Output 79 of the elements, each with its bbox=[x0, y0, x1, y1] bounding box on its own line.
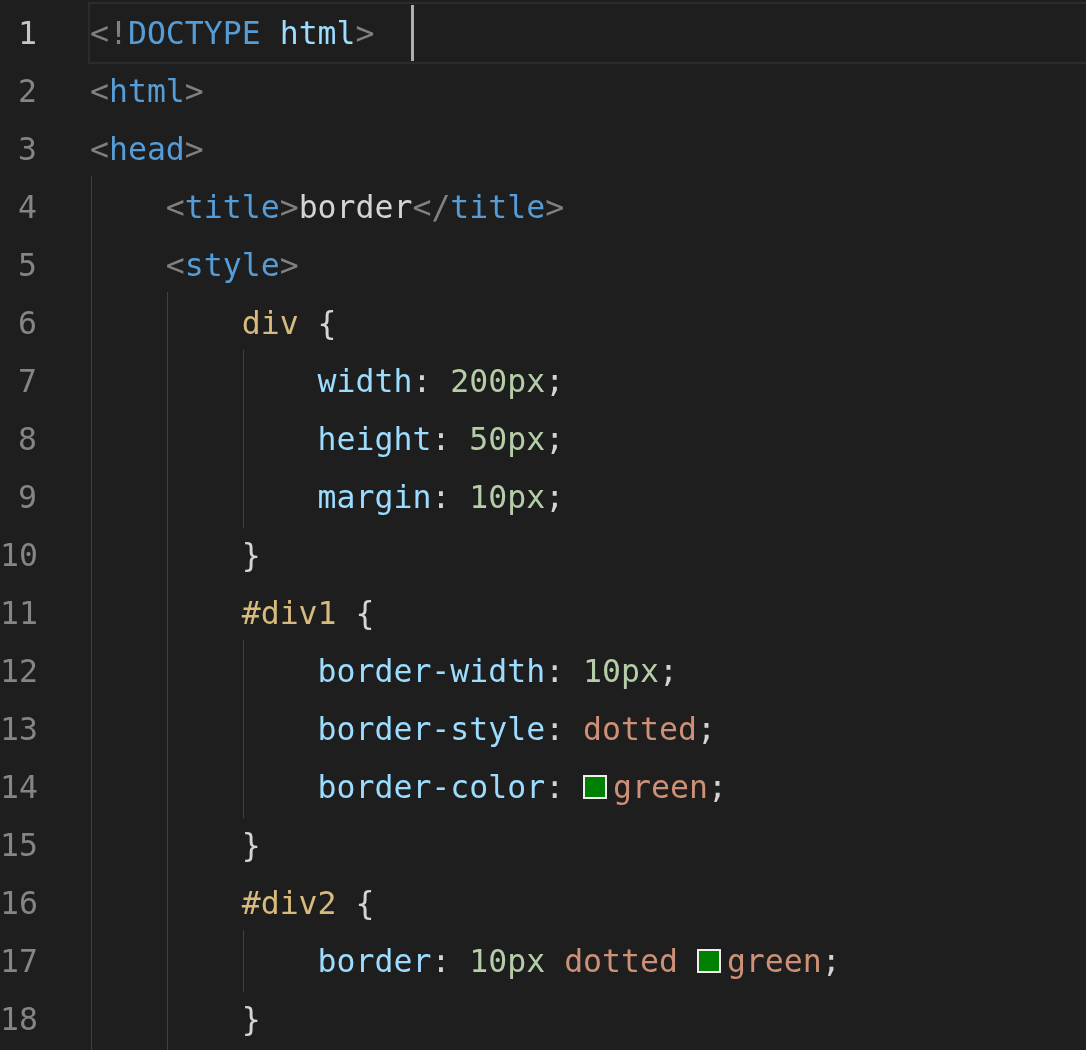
tag-bracket: > bbox=[184, 130, 204, 169]
punctuation: ; bbox=[545, 420, 565, 459]
line-number: 10 bbox=[0, 536, 37, 575]
css-keyword: green bbox=[613, 768, 708, 807]
punctuation: { bbox=[316, 304, 337, 343]
punctuation: ; bbox=[696, 710, 716, 749]
punctuation: : bbox=[431, 420, 452, 459]
tag-bracket: > bbox=[279, 188, 299, 227]
line-number: 14 bbox=[0, 768, 37, 807]
css-property: height bbox=[316, 420, 432, 459]
attribute-name: html bbox=[278, 14, 356, 53]
css-selector: #div1 bbox=[240, 594, 337, 633]
tag-bracket: > bbox=[545, 188, 565, 227]
punctuation: : bbox=[431, 478, 452, 517]
tag-bracket: < bbox=[90, 130, 109, 169]
css-property: width bbox=[316, 362, 413, 401]
css-property: border-width bbox=[316, 652, 546, 691]
punctuation: } bbox=[240, 826, 261, 865]
punctuation: ; bbox=[545, 362, 565, 401]
tag-bracket: < bbox=[90, 72, 109, 111]
line-number: 18 bbox=[0, 1000, 37, 1039]
punctuation: : bbox=[545, 768, 566, 807]
line-number: 7 bbox=[17, 362, 37, 401]
css-keyword: green bbox=[726, 942, 822, 981]
css-selector: div bbox=[240, 304, 299, 343]
punctuation: ; bbox=[545, 478, 565, 517]
tag-bracket: < bbox=[164, 188, 185, 227]
tag-bracket: < bbox=[164, 246, 185, 285]
punctuation: { bbox=[354, 594, 375, 633]
punctuation: : bbox=[431, 942, 452, 981]
line-number: 17 bbox=[0, 942, 37, 981]
css-value: 10px bbox=[583, 652, 659, 691]
color-swatch[interactable] bbox=[583, 775, 608, 799]
tag-bracket: > bbox=[279, 246, 299, 285]
tag-bracket: > bbox=[184, 72, 204, 111]
css-value: 50px bbox=[469, 420, 546, 459]
line-number: 2 bbox=[17, 72, 37, 111]
tag-bracket: > bbox=[355, 14, 375, 53]
css-keyword: dotted bbox=[583, 710, 697, 749]
line-number: 4 bbox=[17, 188, 37, 227]
line-number: 9 bbox=[17, 478, 37, 517]
color-swatch[interactable] bbox=[696, 949, 721, 973]
punctuation: ; bbox=[707, 768, 727, 807]
tag-name: DOCTYPE bbox=[127, 14, 261, 53]
tag-name: title bbox=[184, 188, 280, 227]
line-number: 16 bbox=[0, 884, 37, 923]
text-content: border bbox=[298, 188, 413, 227]
line-number: 1 bbox=[17, 14, 37, 53]
line-number: 12 bbox=[0, 652, 37, 691]
css-property: border-style bbox=[316, 710, 546, 749]
line-number: 6 bbox=[17, 304, 37, 343]
punctuation: { bbox=[354, 884, 375, 923]
css-property: margin bbox=[316, 478, 432, 517]
line-number: 5 bbox=[17, 246, 37, 285]
punctuation: } bbox=[240, 1000, 261, 1039]
css-value: 10px bbox=[469, 478, 546, 517]
css-selector: #div2 bbox=[240, 884, 337, 923]
css-property: border-color bbox=[316, 768, 546, 807]
css-value: 10px bbox=[469, 942, 546, 981]
line-number: 11 bbox=[0, 594, 37, 633]
css-keyword: dotted bbox=[563, 942, 679, 981]
tag-name: html bbox=[108, 72, 185, 111]
line-number: 3 bbox=[17, 130, 37, 169]
line-number: 8 bbox=[17, 420, 37, 459]
line-number: 15 bbox=[0, 826, 37, 865]
tag-name: style bbox=[184, 246, 280, 285]
punctuation: ; bbox=[821, 942, 841, 981]
punctuation: } bbox=[240, 536, 261, 575]
punctuation: : bbox=[412, 362, 433, 401]
punctuation: : bbox=[545, 710, 566, 749]
tag-name: head bbox=[108, 130, 185, 169]
punctuation: ; bbox=[658, 652, 678, 691]
css-value: 200px bbox=[450, 362, 546, 401]
line-number: 13 bbox=[0, 710, 37, 749]
tag-bracket: </ bbox=[412, 188, 451, 227]
tag-bracket: <! bbox=[90, 14, 128, 53]
css-property: border bbox=[316, 942, 432, 981]
punctuation: : bbox=[545, 652, 566, 691]
tag-name: title bbox=[450, 188, 546, 227]
